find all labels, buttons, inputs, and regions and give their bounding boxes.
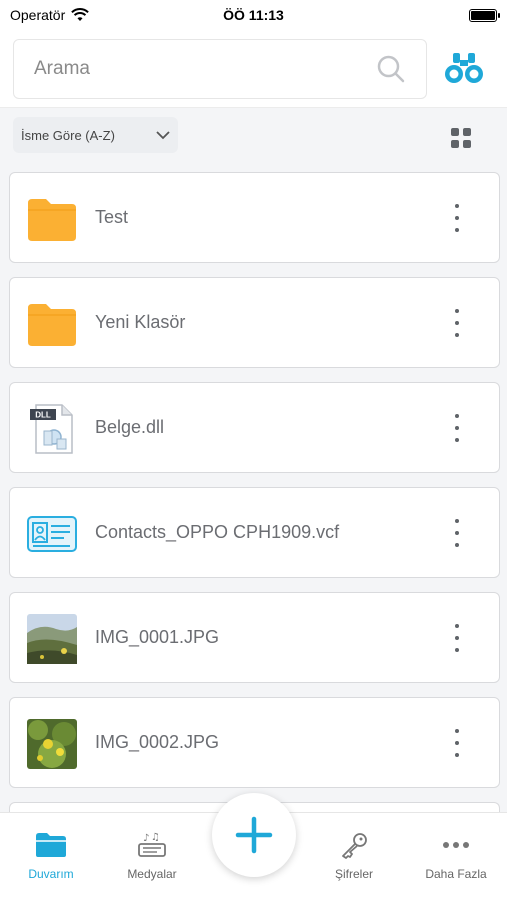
- vcard-icon: [27, 516, 77, 552]
- file-name: Test: [95, 207, 129, 227]
- more-options-button[interactable]: [445, 309, 469, 337]
- status-bar: Operatör ÖÖ 11:13: [0, 0, 507, 30]
- dll-badge: DLL: [35, 411, 51, 420]
- image-thumbnail: [27, 719, 77, 769]
- tab-label: Medyalar: [127, 867, 177, 881]
- file-name: IMG_0002.JPG: [95, 732, 220, 752]
- search-input[interactable]: [34, 58, 376, 80]
- file-row[interactable]: Contacts_OPPO CPH1909.vcf: [9, 487, 500, 578]
- more-horizontal-icon: [443, 842, 469, 848]
- file-name: IMG_0001.JPG: [95, 627, 220, 647]
- file-name: Contacts_OPPO CPH1909.vcf: [95, 522, 340, 542]
- add-button[interactable]: [212, 793, 296, 877]
- chevron-down-icon: [156, 130, 170, 139]
- search-box: [13, 39, 427, 99]
- file-row[interactable]: DLL Belge.dll: [9, 382, 500, 473]
- folder-icon: [28, 304, 76, 346]
- tab-sifreler[interactable]: Şifreler: [306, 831, 402, 899]
- folder-icon: [28, 199, 76, 241]
- sort-row: İsme Göre (A-Z): [0, 117, 507, 157]
- tab-label: Daha Fazla: [425, 867, 487, 881]
- svg-text:♪: ♪: [143, 833, 149, 844]
- dll-file-icon: DLL: [30, 404, 73, 454]
- tab-duvarim[interactable]: Duvarım: [3, 831, 99, 899]
- plus-icon: [235, 816, 273, 854]
- tab-label: Duvarım: [28, 867, 74, 881]
- more-options-button[interactable]: [445, 729, 469, 757]
- file-row[interactable]: IMG_0002.JPG: [9, 697, 500, 788]
- search-header: [0, 30, 507, 108]
- more-options-button[interactable]: [445, 414, 469, 442]
- file-row[interactable]: Test: [9, 172, 500, 263]
- carrier-label: Operatör: [10, 7, 66, 23]
- tab-label: Şifreler: [334, 867, 373, 881]
- tab-medyalar[interactable]: ♪ ♫ Medyalar: [104, 831, 200, 899]
- key-icon: [342, 833, 367, 859]
- binoculars-icon[interactable]: [444, 50, 484, 86]
- svg-text:♫: ♫: [151, 832, 160, 843]
- folder-tab-icon: [36, 833, 66, 857]
- file-row[interactable]: IMG_0001.JPG: [9, 592, 500, 683]
- search-icon[interactable]: [376, 54, 406, 84]
- battery-icon: [469, 8, 500, 22]
- wifi-icon: [71, 8, 90, 21]
- tab-daha-fazla[interactable]: Daha Fazla: [408, 831, 504, 899]
- file-list: Test Yeni Klasör DLL Belge.dll Contacts_…: [9, 172, 500, 856]
- more-options-button[interactable]: [445, 624, 469, 652]
- grid-view-icon[interactable]: [450, 127, 472, 149]
- file-name: Belge.dll: [95, 417, 165, 437]
- sort-dropdown[interactable]: İsme Göre (A-Z): [13, 117, 178, 153]
- file-name: Yeni Klasör: [95, 312, 186, 332]
- more-options-button[interactable]: [445, 204, 469, 232]
- more-options-button[interactable]: [445, 519, 469, 547]
- image-thumbnail: [27, 614, 77, 664]
- media-icon: ♪ ♫: [138, 832, 166, 857]
- bottom-tab-bar: Duvarım ♪ ♫ Medyalar Şifreler Daha Fazla: [0, 793, 507, 900]
- sort-label: İsme Göre (A-Z): [21, 127, 115, 143]
- file-row[interactable]: Yeni Klasör: [9, 277, 500, 368]
- status-left: Operatör: [10, 7, 90, 23]
